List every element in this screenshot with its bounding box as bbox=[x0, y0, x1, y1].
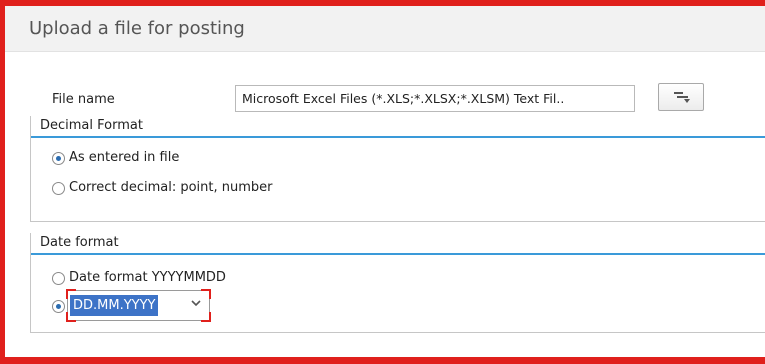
file-name-field[interactable]: Microsoft Excel Files (*.XLS;*.XLSX;*.XL… bbox=[235, 85, 635, 112]
upload-dialog: Upload a file for posting File name Micr… bbox=[0, 0, 765, 364]
date-format-header: Date format bbox=[31, 233, 765, 255]
date-format-title: Date format bbox=[40, 235, 119, 250]
focus-corner bbox=[201, 312, 211, 322]
highlight-border-bottom bbox=[0, 357, 765, 364]
decimal-format-group: Decimal Format bbox=[30, 116, 765, 222]
radio-custom-date[interactable] bbox=[52, 300, 65, 313]
decimal-format-title: Decimal Format bbox=[40, 118, 143, 133]
decimal-format-header: Decimal Format bbox=[31, 116, 765, 138]
radio-correct-decimal-label: Correct decimal: point, number bbox=[69, 180, 273, 195]
browse-file-button[interactable] bbox=[658, 83, 704, 111]
radio-as-entered-label: As entered in file bbox=[69, 150, 180, 165]
date-format-select-value: DD.MM.YYYY bbox=[70, 295, 159, 316]
focus-corner bbox=[201, 289, 211, 299]
file-name-label: File name bbox=[52, 92, 115, 107]
date-format-select[interactable]: DD.MM.YYYY bbox=[66, 289, 211, 322]
dialog-titlebar: Upload a file for posting bbox=[5, 6, 765, 52]
radio-yyyymmdd[interactable] bbox=[52, 272, 65, 285]
radio-yyyymmdd-label: Date format YYYYMMDD bbox=[69, 270, 226, 285]
browse-icon bbox=[674, 92, 690, 103]
radio-as-entered[interactable] bbox=[52, 152, 65, 165]
highlight-border-left bbox=[0, 0, 5, 364]
radio-correct-decimal[interactable] bbox=[52, 182, 65, 195]
focus-corner bbox=[66, 289, 76, 299]
focus-corner bbox=[66, 312, 76, 322]
dialog-title: Upload a file for posting bbox=[29, 18, 245, 39]
chevron-down-icon bbox=[191, 300, 201, 307]
